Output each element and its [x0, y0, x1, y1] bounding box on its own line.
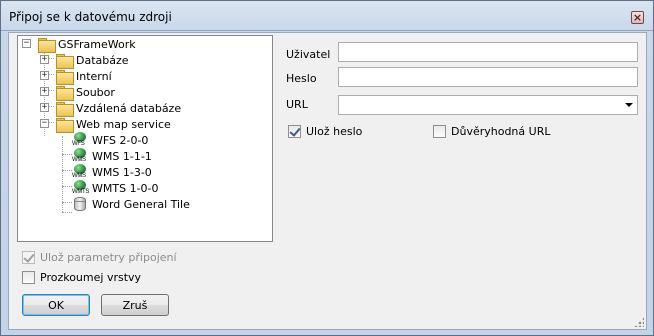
tree-node-databaze[interactable]: Databáze — [56, 52, 129, 69]
explore-layers-label: Prozkoumej vrstvy — [40, 271, 142, 284]
resize-grip[interactable] — [634, 317, 644, 327]
folder-icon — [38, 37, 56, 53]
tree-node-label: WMS 1-1-1 — [92, 149, 152, 163]
tree-node-label: Web map service — [76, 117, 171, 131]
tree-connector — [62, 154, 72, 155]
tree-node-soubor[interactable]: Soubor — [56, 84, 115, 101]
datasource-tree[interactable]: − GSFrameWork + Databáze + Interní + Sou… — [17, 35, 273, 242]
user-label: Uživatel — [286, 48, 331, 61]
tree-node-wfs-2-0-0[interactable]: WFS WFS 2-0-0 — [72, 132, 148, 148]
tree-node-label: Databáze — [76, 53, 129, 67]
tree-connector — [62, 136, 63, 212]
tree-node-label: GSFrameWork — [58, 37, 136, 51]
tree-connector — [62, 186, 72, 187]
plus-icon[interactable]: + — [40, 55, 49, 64]
title-bar: Připoj se k datovému zdroji × — [1, 1, 653, 31]
tree-connector — [62, 212, 72, 213]
tree-node-label: Interní — [76, 69, 112, 83]
ok-button[interactable]: OK — [22, 294, 90, 316]
minus-icon[interactable]: − — [40, 119, 49, 128]
folder-icon — [56, 117, 74, 133]
close-button[interactable]: × — [631, 11, 644, 24]
save-password-checkbox[interactable] — [288, 125, 301, 138]
url-label: URL — [286, 98, 308, 111]
password-input[interactable] — [338, 67, 638, 87]
tree-node-vzdalena-databaze[interactable]: Vzdálená databáze — [56, 100, 182, 117]
close-icon: × — [632, 11, 643, 24]
folder-icon — [56, 53, 74, 69]
window-title: Připoj se k datovému zdroji — [9, 10, 172, 24]
tree-node-label: Vzdálená databáze — [76, 101, 182, 115]
tree-node-wmts-1-0-0[interactable]: WMTS WMTS 1-0-0 — [72, 180, 159, 196]
save-connection-checkbox[interactable] — [22, 251, 35, 264]
chevron-down-icon[interactable] — [625, 103, 633, 107]
tree-node-label: Word General Tile — [92, 197, 190, 211]
dialog-window: Připoj se k datovému zdroji × − GSFrameW… — [0, 0, 654, 336]
url-combobox[interactable] — [338, 95, 638, 115]
tree-node-web-map-service[interactable]: Web map service — [56, 116, 171, 133]
tree-node-label: Soubor — [76, 85, 115, 99]
trusted-url-checkbox[interactable] — [433, 125, 446, 138]
user-input[interactable] — [338, 42, 638, 62]
tree-node-wms-1-3-0[interactable]: WMS WMS 1-3-0 — [72, 164, 152, 180]
tree-node-label: WMS 1-3-0 — [92, 165, 152, 179]
save-connection-label: Ulož parametry připojení — [40, 251, 177, 264]
plus-icon[interactable]: + — [40, 71, 49, 80]
explore-layers-checkbox[interactable] — [22, 271, 35, 284]
globe-icon: WMS — [72, 164, 88, 180]
plus-icon[interactable]: + — [40, 103, 49, 112]
tree-node-label: WFS 2-0-0 — [92, 133, 149, 147]
folder-icon — [56, 69, 74, 85]
folder-icon — [56, 101, 74, 117]
tree-node-root[interactable]: GSFrameWork — [38, 36, 136, 53]
tree-node-word-general-tile[interactable]: Word General Tile — [72, 196, 190, 212]
globe-icon: WMS — [72, 148, 88, 164]
minus-icon[interactable]: − — [22, 39, 31, 48]
dialog-client-area: − GSFrameWork + Databáze + Interní + Sou… — [8, 32, 647, 330]
plus-icon[interactable]: + — [40, 87, 49, 96]
tree-connector — [62, 170, 72, 171]
globe-icon: WMTS — [72, 180, 89, 196]
tree-node-wms-1-1-1[interactable]: WMS WMS 1-1-1 — [72, 148, 152, 164]
password-label: Heslo — [286, 72, 317, 85]
tree-node-interni[interactable]: Interní — [56, 68, 112, 85]
database-icon — [74, 197, 86, 211]
trusted-url-label: Důvěryhodná URL — [451, 125, 551, 138]
cancel-button[interactable]: Zruš — [101, 294, 169, 316]
folder-icon — [56, 85, 74, 101]
tree-connector — [62, 202, 72, 203]
globe-icon: WFS — [72, 132, 88, 148]
save-password-label: Ulož heslo — [306, 125, 363, 138]
tree-node-label: WMTS 1-0-0 — [92, 181, 159, 195]
